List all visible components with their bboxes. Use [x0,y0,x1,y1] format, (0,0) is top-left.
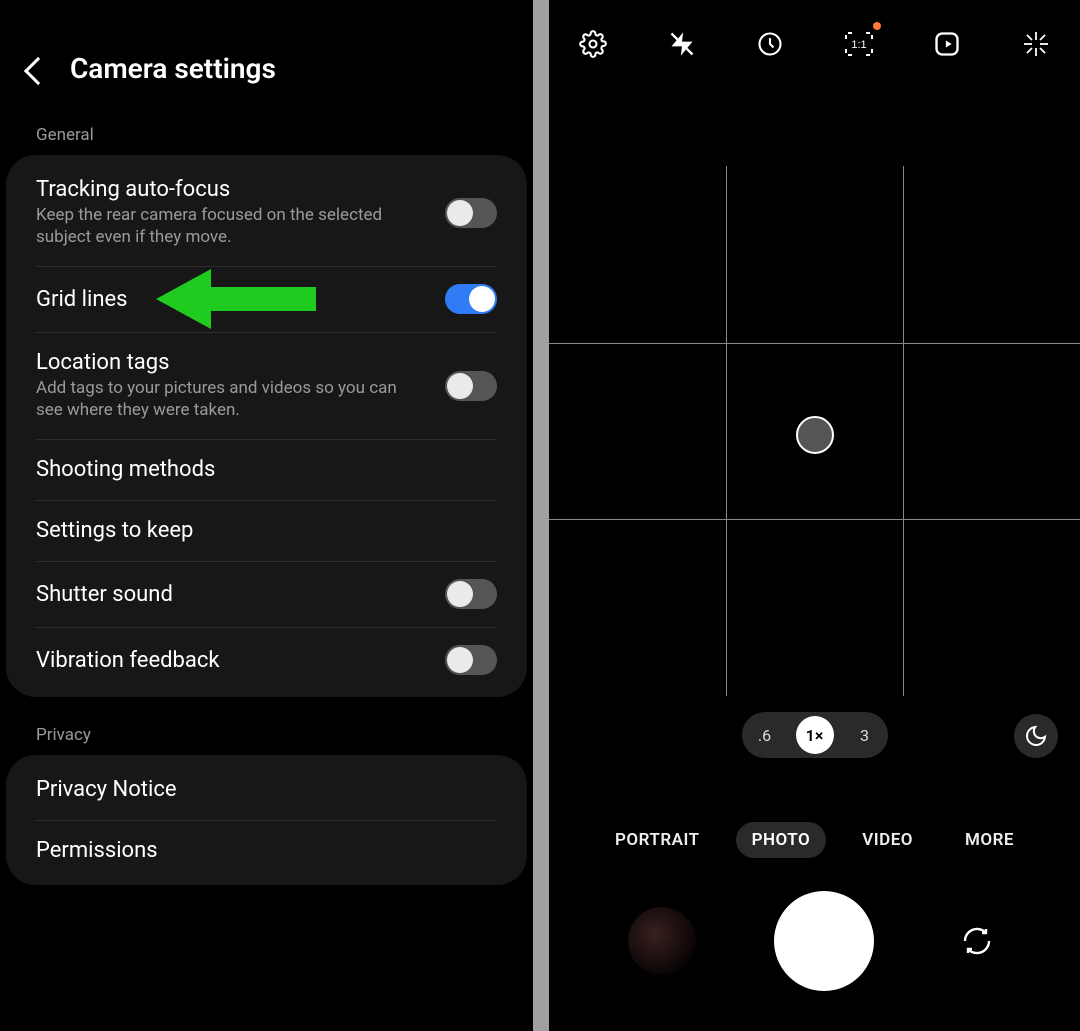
camera-viewfinder-screen: 1:1 [549,0,1080,1031]
mode-photo[interactable]: PHOTO [736,822,827,858]
notification-dot-icon [873,22,881,30]
row-title: Grid lines [36,287,425,312]
row-title: Shooting methods [36,457,477,482]
row-shooting-methods[interactable]: Shooting methods [6,439,527,500]
switch-camera-icon [959,923,995,959]
row-title: Location tags [36,350,425,375]
zoom-option[interactable]: 3 [846,716,884,754]
section-label-general: General [0,115,533,155]
row-title: Privacy Notice [36,777,477,802]
grid-line-icon [549,343,1080,344]
zoom-option-active[interactable]: 1× [796,716,834,754]
motion-photo-icon[interactable] [931,28,963,60]
shutter-button[interactable] [774,891,874,991]
toggle-vibration-feedback[interactable] [445,645,497,675]
page-title: Camera settings [70,52,276,85]
section-label-privacy: Privacy [0,715,533,755]
row-desc: Keep the rear camera focused on the sele… [36,204,425,248]
grid-line-icon [549,519,1080,520]
night-mode-button[interactable] [1014,714,1058,758]
row-privacy-notice[interactable]: Privacy Notice [6,759,527,820]
aspect-ratio-icon[interactable]: 1:1 [843,28,875,60]
timer-icon[interactable] [754,28,786,60]
toggle-grid-lines[interactable] [445,284,497,314]
row-settings-to-keep[interactable]: Settings to keep [6,500,527,561]
toggle-shutter-sound[interactable] [445,579,497,609]
mode-portrait[interactable]: PORTRAIT [599,822,716,858]
focus-indicator-icon [796,416,834,454]
settings-group-privacy: Privacy Notice Permissions [6,755,527,885]
filters-icon[interactable] [1020,28,1052,60]
mode-more[interactable]: MORE [949,822,1030,858]
mode-video[interactable]: VIDEO [846,822,929,858]
grid-line-icon [903,166,904,696]
row-title: Shutter sound [36,582,425,607]
row-permissions[interactable]: Permissions [6,820,527,881]
row-shutter-sound[interactable]: Shutter sound [6,561,527,627]
row-vibration-feedback[interactable]: Vibration feedback [6,627,527,693]
gear-icon[interactable] [577,28,609,60]
row-desc: Add tags to your pictures and videos so … [36,377,425,421]
toggle-tracking-auto-focus[interactable] [445,198,497,228]
toggle-location-tags[interactable] [445,371,497,401]
row-grid-lines[interactable]: Grid lines [6,266,527,332]
viewfinder[interactable] [549,166,1080,696]
camera-bottom-bar [549,891,1080,991]
row-tracking-auto-focus[interactable]: Tracking auto-focus Keep the rear camera… [6,159,527,266]
flash-off-icon[interactable] [666,28,698,60]
row-title: Tracking auto-focus [36,177,425,202]
svg-text:1:1: 1:1 [851,39,866,51]
settings-group-general: Tracking auto-focus Keep the rear camera… [6,155,527,697]
mode-selector[interactable]: PORTRAIT PHOTO VIDEO MORE [549,822,1080,858]
camera-topbar: 1:1 [549,0,1080,80]
zoom-option[interactable]: .6 [746,716,784,754]
settings-header: Camera settings [0,0,533,115]
camera-settings-screen: Camera settings General Tracking auto-fo… [0,0,533,1031]
row-location-tags[interactable]: Location tags Add tags to your pictures … [6,332,527,439]
moon-icon [1024,724,1048,748]
row-title: Vibration feedback [36,648,425,673]
gallery-thumbnail[interactable] [628,907,696,975]
row-title: Permissions [36,838,477,863]
grid-line-icon [726,166,727,696]
row-title: Settings to keep [36,518,477,543]
back-icon[interactable] [24,56,52,84]
zoom-selector[interactable]: .6 1× 3 [742,712,888,758]
switch-camera-button[interactable] [953,917,1001,965]
